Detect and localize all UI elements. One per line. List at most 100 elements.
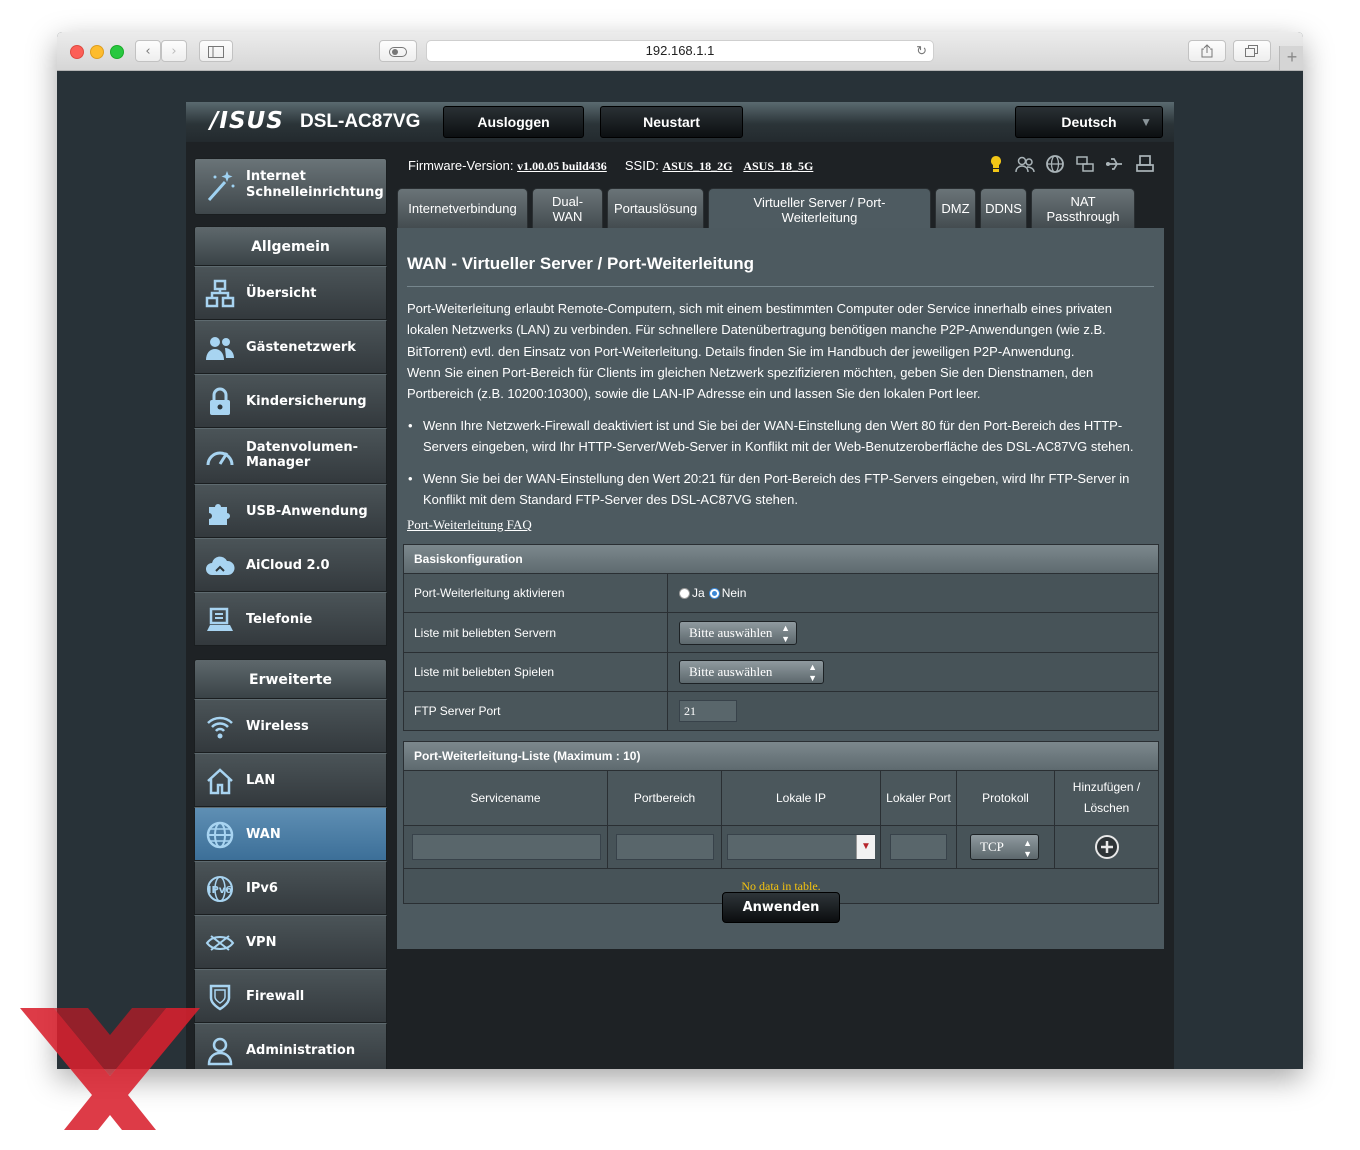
sidebar-item-administration[interactable]: Administration <box>194 1023 387 1069</box>
ftp-cell: 21 <box>668 692 1158 730</box>
tab-port-trigger[interactable]: Portauslösung <box>607 188 704 228</box>
tab-internet-connection[interactable]: Internetverbindung <box>397 188 528 228</box>
sidebar-item-label: Telefonie <box>246 611 313 627</box>
bulb-icon[interactable] <box>986 154 1006 174</box>
reload-icon[interactable]: ↻ <box>916 41 927 61</box>
router-admin-page: /ISUS DSL-AC87VG Ausloggen Neustart Deut… <box>186 102 1174 1069</box>
add-cell <box>1055 826 1158 868</box>
local-port-cell <box>881 826 957 868</box>
sidebar-item-label: AiCloud 2.0 <box>246 557 330 573</box>
language-value: Deutsch <box>1061 114 1117 130</box>
local-port-input[interactable] <box>890 834 947 860</box>
popular-servers-select[interactable]: Bitte auswählen ▲ ▼ <box>679 620 797 645</box>
close-window-button[interactable] <box>70 45 84 59</box>
magic-wand-icon <box>207 171 235 201</box>
ssid-5g-link[interactable]: ASUS_18_5G <box>743 159 813 173</box>
general-section-title: Allgemein <box>194 226 387 266</box>
shield-icon <box>209 984 231 1011</box>
faq-link[interactable]: Port-Weiterleitung FAQ <box>407 517 532 533</box>
sidebar-item-wireless[interactable]: Wireless <box>194 699 387 753</box>
sidebar-item-vpn[interactable]: VPN <box>194 915 387 969</box>
add-circle-icon[interactable] <box>1094 834 1120 860</box>
sidebar-item-ipv6[interactable]: IPv6 IPv6 <box>194 861 387 915</box>
privacy-toggle-button[interactable] <box>379 40 417 62</box>
ipv6-icon: IPv6 <box>207 876 233 902</box>
sidebar-item-guest-network[interactable]: Gästenetzwerk <box>194 320 387 374</box>
basic-config-table: Basiskonfiguration Port-Weiterleitung ak… <box>403 544 1159 731</box>
logout-button[interactable]: Ausloggen <box>443 106 584 138</box>
language-select[interactable]: Deutsch ▼ <box>1015 106 1163 138</box>
sidebar-item-label: Gästenetzwerk <box>246 339 356 355</box>
popular-games-select[interactable]: Bitte auswählen ▲ ▼ <box>679 660 824 684</box>
parental-lock-icon <box>210 387 230 415</box>
chevron-right-icon: › <box>171 44 177 59</box>
radio-no[interactable] <box>708 587 720 599</box>
sidebar-item-wan[interactable]: WAN <box>194 807 387 861</box>
sidebar-item-label: IPv6 <box>246 880 278 896</box>
share-button[interactable] <box>1188 40 1226 62</box>
sidebar-item-label: WAN <box>246 826 281 842</box>
reboot-button[interactable]: Neustart <box>600 106 743 138</box>
sidebar-item-firewall[interactable]: Firewall <box>194 969 387 1023</box>
sidebar-item-label: Kindersicherung <box>246 393 367 409</box>
title-divider <box>407 286 1154 287</box>
browser-window: ‹ › 192.168.1.1 ↻ + /ISUS DSL-AC87VG Aus… <box>57 32 1303 1069</box>
sidebar-item-label: Wireless <box>246 718 309 734</box>
address-bar[interactable]: 192.168.1.1 ↻ <box>426 40 934 62</box>
sidebar-item-telephony[interactable]: Telefonie <box>194 592 387 646</box>
model-name: DSL-AC87VG <box>300 111 421 132</box>
tab-ddns[interactable]: DDNS <box>980 188 1027 228</box>
sidebar-item-lan[interactable]: LAN <box>194 753 387 807</box>
servers-cell: Bitte auswählen ▲ ▼ <box>668 613 1158 652</box>
description-text: Port-Weiterleitung erlaubt Remote-Comput… <box>407 301 1112 359</box>
back-button[interactable]: ‹ <box>135 40 161 62</box>
sidebar-item-parental-control[interactable]: Kindersicherung <box>194 374 387 428</box>
apply-button[interactable]: Anwenden <box>722 892 840 923</box>
tab-dmz[interactable]: DMZ <box>935 188 976 228</box>
forward-button[interactable]: › <box>161 40 187 62</box>
ftp-port-input[interactable]: 21 <box>679 700 737 722</box>
tab-virtual-server[interactable]: Virtueller Server / Port- Weiterleitung <box>708 188 931 230</box>
games-cell: Bitte auswählen ▲ ▼ <box>668 653 1158 691</box>
printer-icon[interactable] <box>1135 154 1155 174</box>
vpn-icon <box>205 935 235 951</box>
sidebar-item-traffic-manager[interactable]: Datenvolumen-Manager <box>194 428 387 484</box>
select-value: TCP <box>980 839 1004 854</box>
ftp-label: FTP Server Port <box>404 692 668 730</box>
tab-label: DDNS <box>985 201 1022 216</box>
select-arrows-icon: ▲ ▼ <box>1023 838 1032 859</box>
protocol-select[interactable]: TCP ▲ ▼ <box>970 834 1039 860</box>
sidebar-item-overview[interactable]: Übersicht <box>194 266 387 320</box>
tab-dual-wan[interactable]: Dual- WAN <box>532 188 603 228</box>
new-tab-button[interactable]: + <box>1279 46 1303 70</box>
sidebar-item-label: LAN <box>246 772 276 788</box>
servicename-input[interactable] <box>412 834 601 860</box>
url-text: 192.168.1.1 <box>645 43 715 58</box>
share-icon <box>1201 44 1213 58</box>
select-value: Bitte auswählen <box>689 664 773 679</box>
radio-yes[interactable] <box>679 587 690 599</box>
portrange-input[interactable] <box>616 834 714 860</box>
list-item: Wenn Ihre Netzwerk-Firewall deaktiviert … <box>407 415 1152 458</box>
internet-globe-icon[interactable] <box>1045 154 1065 174</box>
network-devices-icon[interactable] <box>1075 154 1095 174</box>
watermark-logo <box>20 1008 200 1130</box>
wifi-icon <box>207 716 233 739</box>
minimize-window-button[interactable] <box>90 45 104 59</box>
network-map-icon <box>205 279 235 308</box>
local-ip-input[interactable] <box>727 834 875 860</box>
quick-internet-setup-button[interactable]: Internet Schnelleinrichtung <box>194 158 387 215</box>
usb-icon[interactable] <box>1104 154 1124 174</box>
sidebar-toggle-button[interactable] <box>199 40 233 62</box>
tabs-overview-button[interactable] <box>1233 40 1271 62</box>
sidebar-item-usb-application[interactable]: USB-Anwendung <box>194 484 387 538</box>
clients-icon[interactable] <box>1015 154 1035 174</box>
sidebar-item-aicloud[interactable]: AiCloud 2.0 <box>194 538 387 592</box>
tab-nat-passthrough[interactable]: NAT Passthrough <box>1031 188 1135 228</box>
table-row: Liste mit beliebten Spielen Bitte auswäh… <box>404 652 1158 691</box>
firmware-version-link[interactable]: v1.00.05 build436 <box>517 159 607 173</box>
local-ip-dropdown-button[interactable]: ▼ <box>856 835 875 859</box>
browser-toolbar: ‹ › 192.168.1.1 ↻ + <box>57 32 1303 71</box>
ssid-2g-link[interactable]: ASUS_18_2G <box>662 159 732 173</box>
zoom-window-button[interactable] <box>110 45 124 59</box>
